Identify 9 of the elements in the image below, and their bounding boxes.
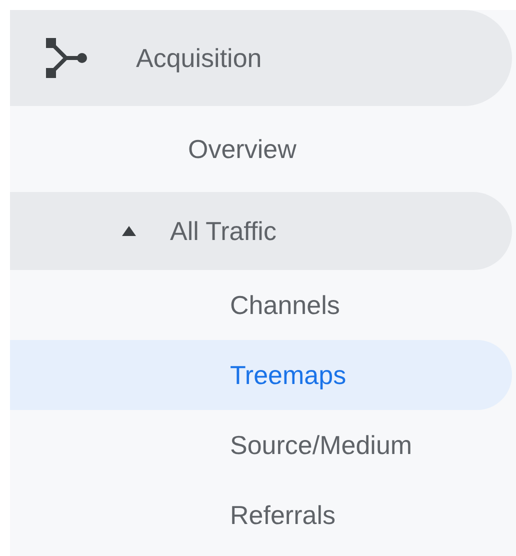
- caret-icon: [122, 226, 136, 236]
- branch-icon: [46, 38, 88, 78]
- nav-item[interactable]: Overview: [10, 106, 512, 192]
- nav-item[interactable]: Source/Medium: [10, 410, 512, 480]
- nav-item[interactable]: Referrals: [10, 480, 512, 550]
- nav-group[interactable]: All Traffic: [10, 192, 512, 270]
- nav-item[interactable]: Channels: [10, 270, 512, 340]
- nav-group[interactable]: Acquisition: [10, 10, 512, 106]
- nav-item[interactable]: Treemaps: [10, 340, 512, 410]
